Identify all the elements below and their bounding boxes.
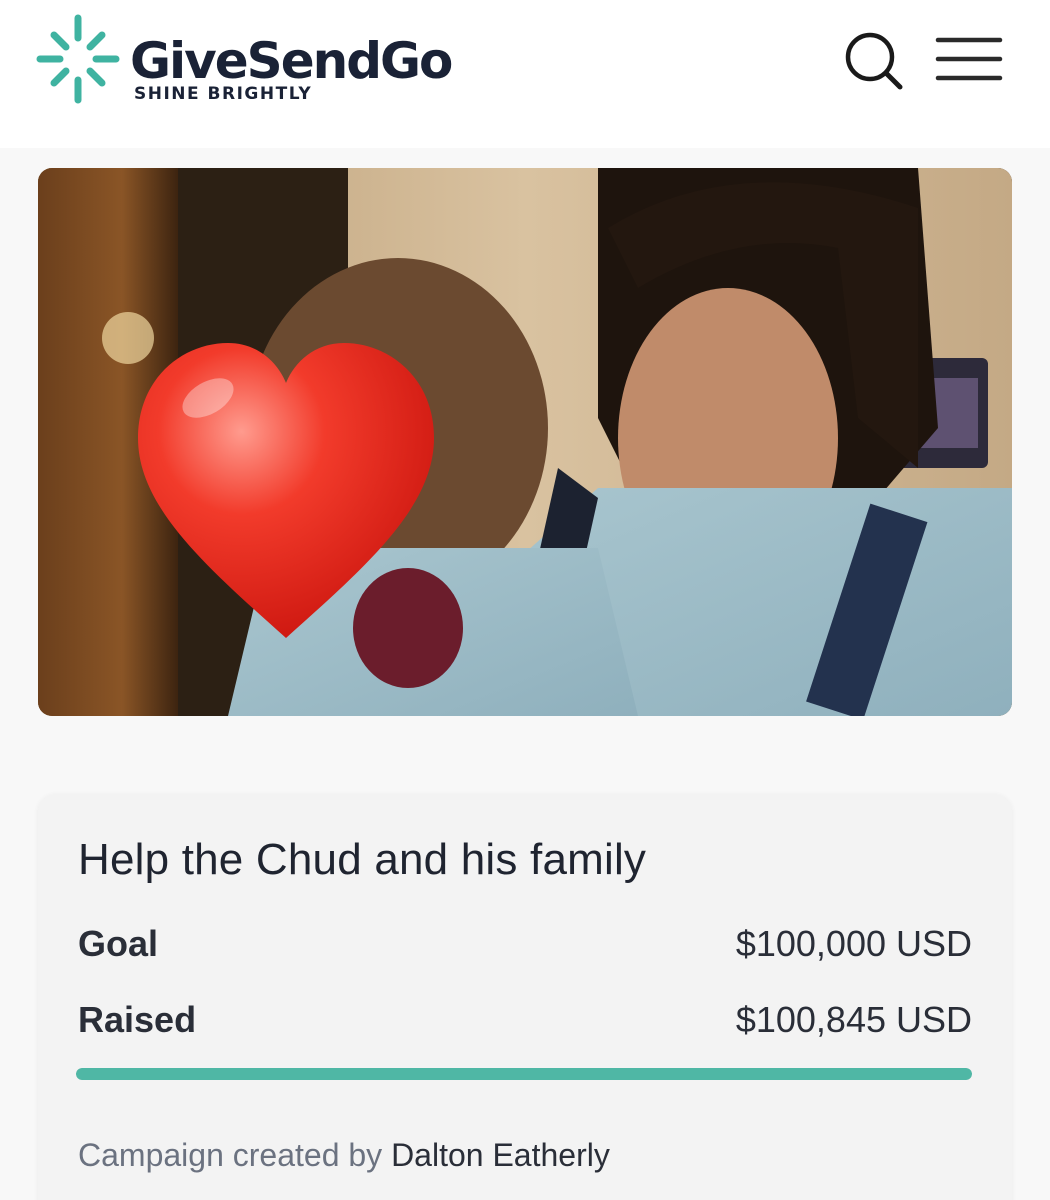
raised-value: $100,845 USD bbox=[735, 999, 972, 1040]
search-button[interactable] bbox=[842, 30, 904, 92]
campaign-photo bbox=[38, 168, 1012, 716]
hamburger-menu-icon bbox=[935, 37, 1003, 81]
goal-value: $100,000 USD bbox=[735, 923, 972, 964]
campaign-title: Help the Chud and his family bbox=[78, 835, 647, 884]
raised-label: Raised bbox=[78, 999, 197, 1040]
brand-name: GiveSendGo bbox=[130, 32, 453, 90]
search-icon bbox=[845, 32, 903, 90]
campaign-photo-illustration bbox=[38, 168, 1012, 716]
goal-label: Goal bbox=[78, 923, 159, 964]
funding-progress-fill bbox=[76, 1068, 972, 1080]
created-by-label: Campaign created by bbox=[78, 1137, 383, 1173]
sparkle-asterisk-logo-icon bbox=[36, 14, 120, 104]
site-header: GiveSendGo SHINE BRIGHTLY bbox=[0, 0, 1050, 148]
creator-name-link[interactable]: Dalton Eatherly bbox=[391, 1137, 610, 1173]
menu-button[interactable] bbox=[934, 34, 1004, 84]
campaign-creator: Campaign created by Dalton Eatherly bbox=[78, 1139, 610, 1171]
brand-tagline: SHINE BRIGHTLY bbox=[134, 84, 313, 104]
brand-logo[interactable]: GiveSendGo SHINE BRIGHTLY bbox=[36, 14, 476, 114]
campaign-summary-card: Help the Chud and his family Goal $100,0… bbox=[38, 794, 1012, 1200]
funding-progress-bar bbox=[76, 1068, 972, 1080]
